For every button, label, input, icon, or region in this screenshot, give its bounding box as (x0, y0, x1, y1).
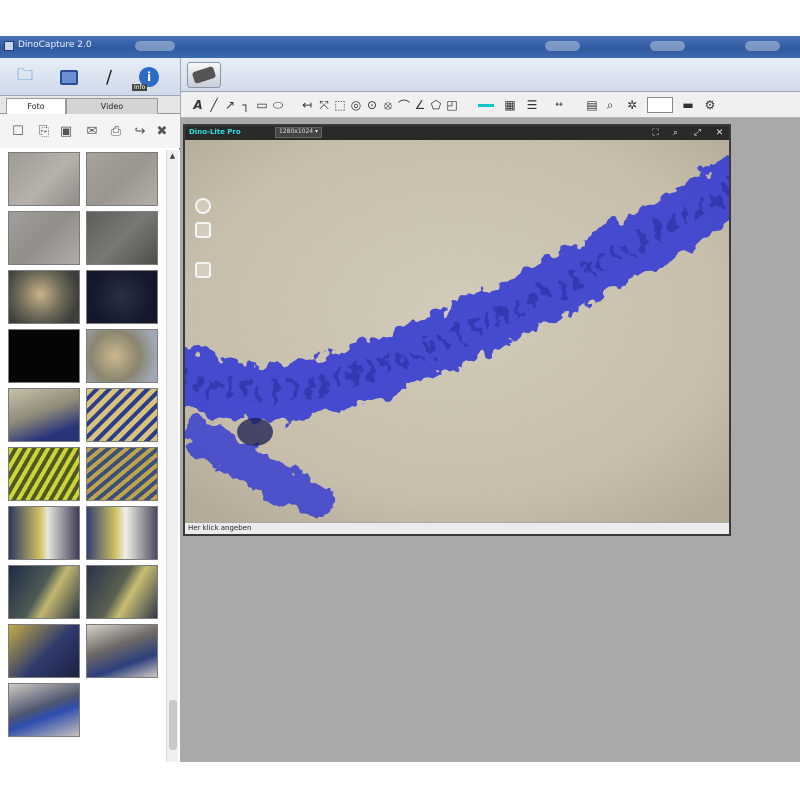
titlebar-highlight (135, 41, 175, 51)
thumbnail-item[interactable] (8, 624, 80, 678)
preview-header: Dino-Lite Pro 1280x1024 ▾ ⛶ ⌕ ⤢ ✕ (185, 126, 729, 140)
line-width-icon[interactable]: ☰ (525, 97, 539, 113)
print-icon[interactable]: ⎙ (108, 124, 124, 139)
measure-polygon-icon[interactable]: ⬠ (429, 97, 443, 113)
thumbnail-item[interactable] (8, 506, 80, 560)
thumbnail-item[interactable] (8, 329, 80, 383)
info-label: Info (132, 84, 148, 91)
device-label: Dino-Lite Pro (189, 128, 241, 136)
app-window: DinoCapture 2.0 🗀 ∕ i Info Foto Video ☐ … (0, 36, 800, 762)
select-all-icon[interactable]: ☐ (10, 124, 26, 139)
ellipse-tool-icon[interactable]: ⬭ (271, 97, 285, 113)
status-text: Her klick angeben (188, 524, 252, 532)
thumbnail-item[interactable] (8, 211, 80, 265)
rectangle-tool-icon[interactable]: ▭ (255, 97, 269, 113)
thumbnail-item[interactable] (8, 447, 80, 501)
measure-diameter-icon[interactable]: ⦻ (381, 97, 395, 113)
expand-icon[interactable]: ⤢ (691, 127, 704, 139)
measure-polyline-icon[interactable]: ⤧ (317, 97, 331, 113)
fullscreen-icon[interactable]: ⛶ (649, 127, 662, 139)
arrow-tool-icon[interactable]: ↗ (223, 97, 237, 113)
titlebar-highlight (650, 41, 685, 51)
thumbnail-item[interactable] (86, 506, 158, 560)
left-panel: 🗀 ∕ i Info Foto Video ☐ ⎘ ▣ ✉ ⎙ ↪ ✖ ▲ (0, 58, 180, 762)
app-icon (4, 41, 14, 51)
close-icon[interactable]: ✕ (713, 127, 726, 139)
thumbnail-item[interactable] (8, 152, 80, 206)
resolution-select[interactable]: 1280x1024 ▾ (275, 127, 323, 138)
measure-arc-icon[interactable]: ⌒ (397, 97, 411, 113)
thumbnail-item[interactable] (8, 565, 80, 619)
live-preview-window: Dino-Lite Pro 1280x1024 ▾ ⛶ ⌕ ⤢ ✕ Her kl… (183, 124, 731, 536)
main-toolbar: 🗀 ∕ i Info (0, 58, 180, 96)
measure-area-icon[interactable]: ◰ (445, 97, 459, 113)
snapshot-icon[interactable] (195, 198, 211, 214)
thumbnail-item[interactable] (86, 447, 158, 501)
measure-angle-icon[interactable]: ∠ (413, 97, 427, 113)
export-icon[interactable]: ↪ (132, 124, 148, 139)
line-color-icon[interactable] (477, 97, 495, 113)
thumbnail-item[interactable] (86, 565, 158, 619)
window-title: DinoCapture 2.0 (18, 40, 92, 50)
titlebar-highlight (545, 41, 580, 51)
thumbnail-item[interactable] (86, 152, 158, 206)
email-icon[interactable]: ✉ (84, 124, 100, 139)
copy-icon[interactable]: ⎘ (36, 124, 52, 139)
scrollbar-thumb[interactable] (169, 700, 177, 750)
zoom-icon[interactable]: ⌕ (603, 97, 617, 113)
line-tool-icon[interactable]: ╱ (207, 97, 221, 113)
measure-line-icon[interactable]: ↤ (299, 97, 315, 113)
capture-camera-button[interactable] (187, 62, 221, 88)
gallery-scrollbar[interactable]: ▲ (166, 150, 178, 762)
thumbnail-item[interactable] (8, 683, 80, 737)
tab-video[interactable]: Video (66, 98, 158, 114)
thumbnail-toolbar: ☐ ⎘ ▣ ✉ ⎙ ↪ ✖ (0, 114, 180, 148)
zoom-icon[interactable]: ⌕ (669, 127, 682, 139)
magnification-icon[interactable]: ✲ (625, 97, 639, 113)
folder-icon[interactable]: 🗀 (12, 64, 38, 90)
grid-icon[interactable]: ▦ (503, 97, 517, 113)
measure-rectangle-icon[interactable]: ⬚ (333, 97, 347, 113)
ink-blot (237, 418, 273, 446)
thumbnail-item[interactable] (86, 624, 158, 678)
font-icon[interactable]: ↔ (549, 97, 569, 113)
media-tabs: Foto Video (0, 96, 180, 114)
pen-icon[interactable]: ∕ (96, 64, 122, 90)
delete-icon[interactable]: ✖ (154, 124, 170, 139)
monitor-icon[interactable] (56, 64, 82, 90)
microscope-image[interactable] (185, 140, 729, 522)
thumbnail-item[interactable] (86, 329, 158, 383)
text-tool-icon[interactable]: A (191, 97, 205, 113)
status-bar: Her klick angeben (185, 522, 729, 534)
measure-radius-icon[interactable]: ⊙ (365, 97, 379, 113)
scroll-up-arrow-icon[interactable]: ▲ (167, 150, 178, 162)
titlebar-highlight (745, 41, 780, 51)
compare-icon[interactable] (195, 262, 211, 278)
measure-circle-icon[interactable]: ◎ (349, 97, 363, 113)
save-icon[interactable]: ▣ (58, 124, 74, 139)
polyline-tool-icon[interactable]: ┐ (239, 97, 253, 113)
magnification-input[interactable] (647, 97, 673, 113)
thumbnail-item[interactable] (86, 388, 158, 442)
settings-icon[interactable]: ⚙ (701, 97, 719, 113)
thumbnail-gallery: ▲ (0, 150, 180, 762)
title-bar[interactable]: DinoCapture 2.0 (0, 36, 800, 58)
thumbnail-item[interactable] (86, 270, 158, 324)
thumbnail-item[interactable] (86, 211, 158, 265)
camera-toolbar (181, 58, 800, 92)
thumbnail-item[interactable] (8, 388, 80, 442)
drawing-toolbar: A ╱ ↗ ┐ ▭ ⬭ ↤ ⤧ ⬚ ◎ ⊙ ⦻ ⌒ ∠ ⬠ ◰ ▦ ☰ ↔ ▤ … (181, 92, 800, 118)
calibration-icon[interactable]: ▤ (585, 97, 599, 113)
crop-icon[interactable] (195, 222, 211, 238)
thumbnail-item[interactable] (8, 270, 80, 324)
microscope-image-svg (185, 140, 729, 522)
camera-icon (191, 65, 217, 85)
unit-icon[interactable]: ▬ (681, 97, 695, 113)
tab-foto[interactable]: Foto (6, 98, 66, 114)
